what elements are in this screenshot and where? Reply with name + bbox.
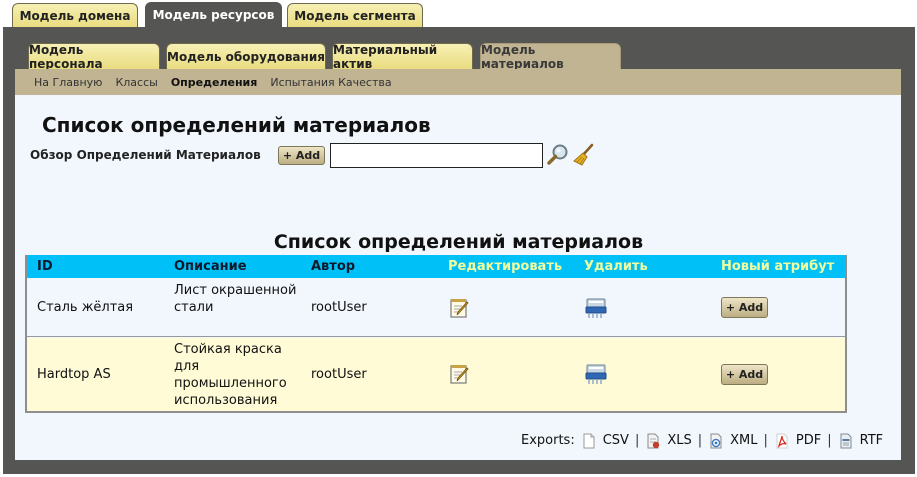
document-icon [840,433,852,448]
top-tab-strip: Модель домена Модель ресурсов Модель сег… [0,0,917,27]
export-pdf-link[interactable]: PDF [774,433,821,449]
header-id[interactable]: ID [37,259,53,274]
export-xls-label: XLS [667,433,692,448]
delete-icon[interactable] [584,362,608,386]
spreadsheet-file-icon [647,433,660,448]
header-delete: Удалить [584,259,648,274]
header-description[interactable]: Описание [174,259,247,274]
export-separator: | [697,433,703,448]
delete-icon[interactable] [584,296,608,320]
export-rtf-link[interactable]: RTF [838,433,884,449]
export-xml-label: XML [730,433,758,448]
header-new-attribute: Новый атрибут [721,259,835,274]
table-header: ID Описание Автор Редактировать Удалить … [27,255,845,278]
export-separator: | [827,433,832,448]
breadcrumb-definitions[interactable]: Определения [171,76,258,89]
cell-author: rootUser [311,300,367,315]
export-separator: | [763,433,768,448]
export-pdf-label: PDF [795,433,822,448]
blank-file-icon [583,433,595,448]
tab-material-model[interactable]: Модель материалов [480,43,621,71]
browse-label: Обзор Определений Материалов [30,148,261,162]
export-xls-link[interactable]: XLS [645,433,692,449]
breadcrumb-classes[interactable]: Классы [115,76,157,89]
exports-bar: Exports: CSV | XLS | XML | PDF | RTF [521,432,883,449]
edit-icon[interactable] [448,362,472,386]
breadcrumb-quality-tests[interactable]: Испытания Качества [270,76,391,89]
breadcrumb: На Главную Классы Определения Испытания … [15,69,901,95]
export-csv-link[interactable]: CSV [581,433,629,449]
sub-tab-strip: Модель персонала Модель оборудования Мат… [24,43,884,71]
search-input[interactable] [330,143,543,168]
broom-icon[interactable] [572,143,596,167]
add-definition-button[interactable]: + Add [278,146,325,165]
table-row: Сталь жёлтая Лист окрашенной стали rootU… [27,278,845,337]
tab-material-asset[interactable]: Материальный актив [332,43,473,71]
pdf-icon [776,433,788,448]
header-author[interactable]: Автор [311,259,355,274]
xml-file-icon [710,433,722,448]
tab-equipment-model[interactable]: Модель оборудования [166,43,326,69]
add-attribute-button[interactable]: + Add [721,364,768,385]
breadcrumb-home[interactable]: На Главную [34,76,102,89]
tab-resource-model[interactable]: Модель ресурсов [145,2,282,27]
export-csv-label: CSV [602,433,629,448]
definitions-table: ID Описание Автор Редактировать Удалить … [25,255,847,413]
tab-personnel-model[interactable]: Модель персонала [28,43,160,71]
cell-description: Стойкая краска для промышленного использ… [174,342,287,408]
header-edit: Редактировать [448,259,563,274]
table-row: Hardtop AS Стойкая краска для промышленн… [27,338,845,411]
cell-description: Лист окрашенной стали [174,283,297,315]
cell-id: Сталь жёлтая [37,300,134,315]
edit-icon[interactable] [448,296,472,320]
add-attribute-button[interactable]: + Add [721,297,768,318]
page-title: Список определений материалов [42,113,431,137]
table-title: Список определений материалов [273,231,644,253]
magnifier-icon[interactable] [546,143,570,167]
cell-id: Hardtop AS [37,367,111,382]
exports-label: Exports: [521,433,575,448]
cell-author: rootUser [311,367,367,382]
export-rtf-label: RTF [859,433,884,448]
tab-domain-model[interactable]: Модель домена [12,3,138,27]
export-xml-link[interactable]: XML [708,433,758,449]
tab-segment-model[interactable]: Модель сегмента [287,3,423,27]
export-separator: | [634,433,640,448]
